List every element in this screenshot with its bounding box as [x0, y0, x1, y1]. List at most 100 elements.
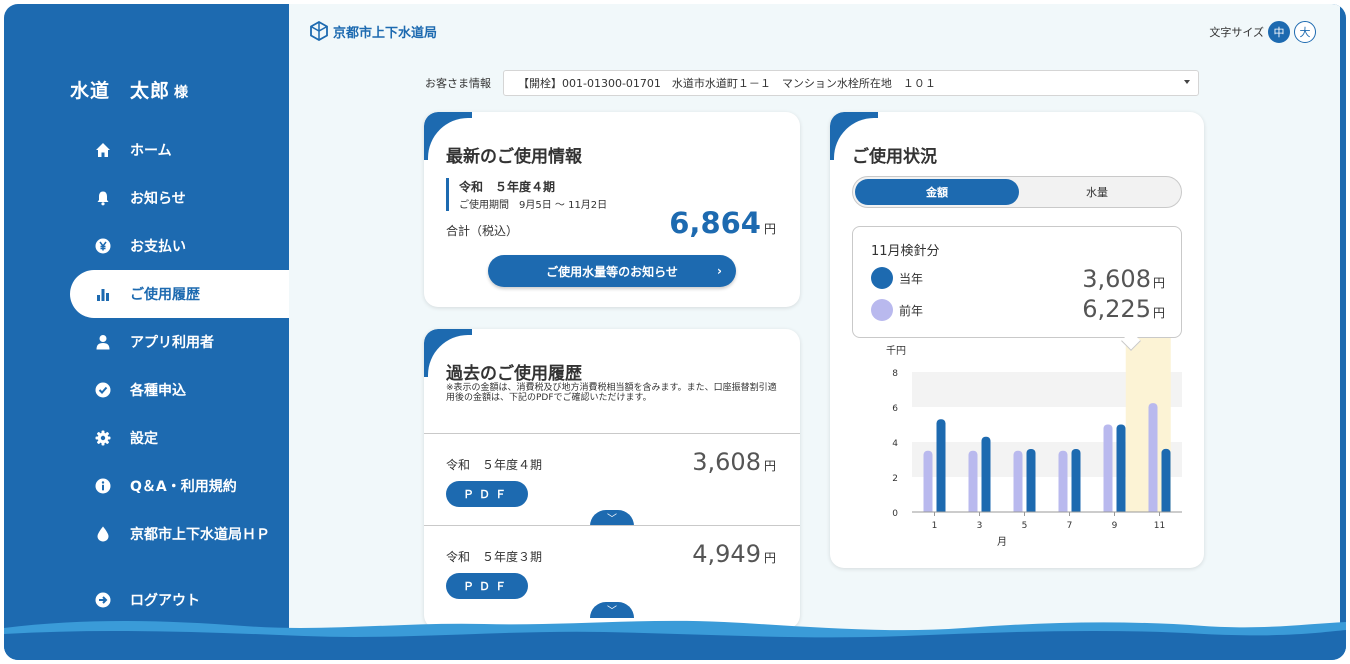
tab-volume[interactable]: 水量 [1015, 179, 1179, 205]
site-logo[interactable]: 京都市上下水道局 [309, 21, 437, 41]
sidebar-item-payment[interactable]: お支払い [4, 222, 289, 270]
check-circle-icon [94, 381, 112, 399]
sidebar-nav: ホーム お知らせ お支払い ご使用履歴 アプリ利用者 各種申込 設定 Q＆A・利… [4, 126, 289, 558]
chart-bar-base [968, 508, 978, 512]
latest-usage-title: 最新のご使用情報 [446, 147, 582, 167]
current-year-swatch [871, 267, 893, 289]
billing-period: 令和 ５年度４期 ご使用期間 9月5日 ～ 11月2日 [446, 178, 607, 211]
currency-unit: 円 [763, 222, 776, 236]
sidebar-item-label: ご使用履歴 [130, 287, 200, 303]
chart-bar [936, 419, 946, 512]
sidebar-item-settings[interactable]: 設定 [4, 414, 289, 462]
customer-select[interactable]: 【開栓】001-01300-01701 水道市水道町１－１ マンション水栓所在地… [503, 70, 1199, 96]
previous-year-amount: 6,225 円 [1082, 295, 1165, 323]
logo-text: 京都市上下水道局 [333, 25, 438, 41]
chart-bar [968, 450, 978, 512]
tab-amount[interactable]: 金額 [855, 179, 1019, 205]
font-size-large-button[interactable]: 大 [1294, 21, 1316, 43]
chart-bar-base [1013, 508, 1023, 512]
usage-notice-button[interactable]: ご使用水量等のお知らせ › [488, 255, 736, 287]
current-year-value: 3,608 [1082, 265, 1151, 293]
sidebar-item-faq-terms[interactable]: Q＆A・利用規約 [4, 462, 289, 510]
legend-previous-year: 前年 [871, 299, 923, 321]
user-honorific: 様 [174, 85, 190, 101]
sidebar-item-app-users[interactable]: アプリ利用者 [4, 318, 289, 366]
previous-year-label: 前年 [899, 303, 924, 318]
y-tick-label: 4 [892, 439, 898, 449]
sidebar-item-usage-history[interactable]: ご使用履歴 [70, 270, 289, 318]
sidebar-item-notices[interactable]: お知らせ [4, 174, 289, 222]
yen-icon [94, 237, 112, 255]
expand-chevron-button[interactable]: ﹀ [590, 510, 634, 526]
x-tick-label: 5 [1022, 521, 1028, 531]
info-icon [94, 477, 112, 495]
sidebar-item-applications[interactable]: 各種申込 [4, 366, 289, 414]
amount-volume-toggle: 金額 水量 [852, 176, 1182, 208]
sidebar-item-label: アプリ利用者 [130, 335, 214, 351]
font-size-medium-button[interactable]: 中 [1268, 21, 1290, 43]
chart-bar [1058, 450, 1068, 512]
user-name-text: 水道 太郎 [70, 80, 171, 102]
total-label: 合計（税込） [446, 224, 519, 238]
latest-usage-card: 最新のご使用情報 令和 ５年度４期 ご使用期間 9月5日 ～ 11月2日 合計（… [424, 112, 800, 307]
usage-bar-chart: 千円 0 2 4 6 8 1 3 5 7 9 11 月 [886, 338, 1182, 548]
chart-bar [981, 436, 991, 512]
sidebar-item-label: Q＆A・利用規約 [130, 479, 237, 495]
dropdown-caret-icon [1184, 80, 1190, 84]
usage-history-note: ※表示の金額は、消費税及び地方消費税相当額を含みます。また、口座振替割引適用後の… [446, 383, 777, 403]
pdf-button[interactable]: ＰＤＦ [446, 481, 528, 507]
font-size-label: 文字サイズ [1209, 26, 1264, 39]
chart-bar [1148, 403, 1158, 512]
history-row: 令和 ５年度３期 4,949 円 ＰＤＦ ﹀ [424, 525, 800, 618]
chart-bar-base [1058, 508, 1068, 512]
currency-unit: 円 [1152, 306, 1165, 320]
customer-info: お客さま情報 【開栓】001-01300-01701 水道市水道町１－１ マンシ… [425, 70, 1199, 96]
y-tick-label: 0 [892, 509, 898, 519]
gear-icon [94, 429, 112, 447]
y-tick-label: 8 [892, 369, 898, 379]
chart-bar [923, 450, 933, 512]
user-name: 水道 太郎様 [70, 76, 189, 103]
chart-tooltip: 11月検針分 当年 3,608 円 前年 6,225 円 [852, 226, 1182, 338]
usage-history-title: 過去のご使用履歴 [446, 364, 582, 384]
total-amount-value: 6,864 [669, 206, 761, 240]
wave-decoration [4, 620, 1346, 660]
water-drop-icon [94, 525, 112, 543]
history-period: 令和 ５年度４期 [446, 458, 543, 472]
chart-bar-base [981, 508, 991, 512]
y-axis-label: 千円 [886, 345, 906, 357]
previous-year-value: 6,225 [1082, 295, 1151, 323]
sidebar-item-homepage[interactable]: 京都市上下水道局ＨＰ [4, 510, 289, 558]
pdf-button[interactable]: ＰＤＦ [446, 573, 528, 599]
logout-arrow-icon [94, 591, 112, 609]
billing-period-range: ご使用期間 9月5日 ～ 11月2日 [459, 200, 608, 211]
chart-bar-base [1026, 508, 1036, 512]
usage-notice-label: ご使用水量等のお知らせ [546, 264, 678, 279]
history-amount: 4,949 円 [692, 540, 776, 568]
history-amount-value: 4,949 [692, 540, 761, 568]
sidebar-item-label: お支払い [130, 239, 186, 255]
y-tick-label: 6 [892, 404, 898, 414]
chart-bar [1161, 448, 1171, 512]
currency-unit: 円 [1152, 276, 1165, 290]
customer-select-value: 【開栓】001-01300-01701 水道市水道町１－１ マンション水栓所在地… [518, 77, 936, 90]
font-size-switcher: 文字サイズ 中 大 [1209, 21, 1316, 43]
x-tick-label: 7 [1067, 521, 1073, 531]
chart-bar-base [1103, 508, 1113, 512]
sidebar-item-home[interactable]: ホーム [4, 126, 289, 174]
current-year-label: 当年 [899, 271, 924, 286]
chevron-down-icon: ﹀ [607, 514, 617, 525]
home-icon [94, 141, 112, 159]
usage-history-card: 過去のご使用履歴 ※表示の金額は、消費税及び地方消費税相当額を含みます。また、口… [424, 329, 800, 629]
y-tick-label: 2 [892, 474, 898, 484]
chart-bar-base [1148, 508, 1158, 512]
history-period: 令和 ５年度３期 [446, 550, 543, 564]
legend-current-year: 当年 [871, 267, 923, 289]
chart-bar-base [923, 508, 933, 512]
current-year-amount: 3,608 円 [1082, 265, 1165, 293]
x-tick-label: 3 [977, 521, 983, 531]
chart-bar [1026, 449, 1036, 512]
currency-unit: 円 [763, 459, 776, 473]
kyoto-water-logo-icon [310, 21, 328, 41]
x-tick-label: 9 [1112, 521, 1118, 531]
